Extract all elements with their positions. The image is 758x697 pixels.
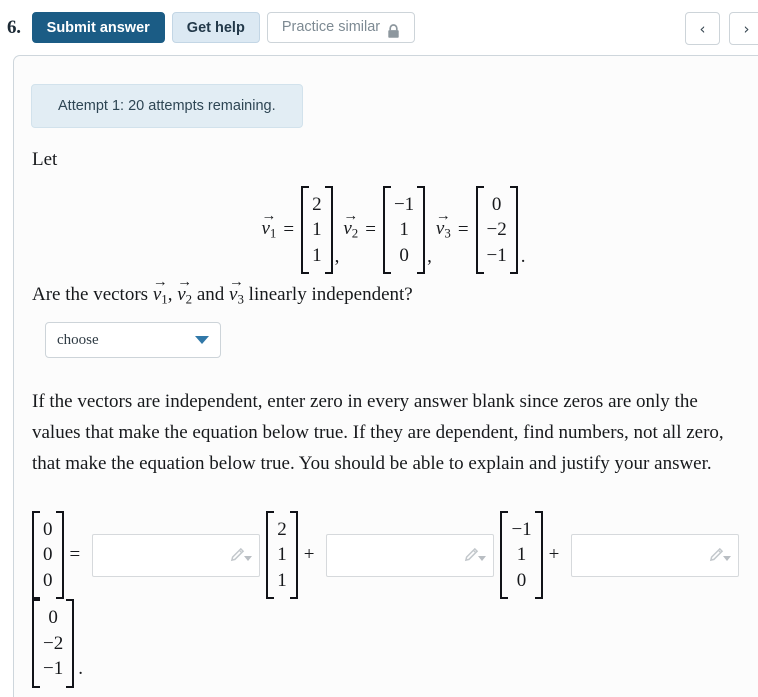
let-label: Let — [32, 149, 58, 170]
question-card: Attempt 1: 20 attempts remaining. Let → v… — [13, 55, 758, 697]
matrix-entry: 2 — [277, 519, 287, 540]
previous-question-button[interactable]: ‹ — [685, 12, 720, 45]
question-toolbar: 6. Submit answer Get help Practice simil… — [0, 0, 758, 55]
vector-arrow-icon: → — [152, 273, 168, 290]
independence-question-text: Are the vectors → v1, → v2 and → v3 linearl… — [32, 273, 413, 308]
separator-comma: , — [427, 246, 432, 268]
matrix-entry: 2 — [312, 194, 322, 215]
vector-definition-v2: → v2 = −1 1 0 — [343, 186, 426, 275]
matrix-entry: 1 — [399, 219, 409, 241]
vector-arrow-icon: → — [229, 273, 244, 290]
matrix-coefficient-1: 2 1 1 — [266, 511, 298, 600]
matrix-coefficient-3: 0 −2 −1 — [32, 599, 75, 689]
matrix-entry: −2 — [486, 219, 507, 241]
chevron-right-icon: › — [743, 19, 750, 38]
inline-vector-v1: → v1 — [152, 273, 168, 307]
matrix-v2: −1 1 0 — [382, 186, 426, 275]
matrix-entry: 0 — [491, 194, 502, 215]
vector-arrow-icon: → — [177, 273, 193, 290]
matrix-entry: 1 — [312, 244, 322, 266]
vector-arrow-icon: → — [343, 208, 359, 225]
inline-vector-v2: → v2 — [177, 273, 193, 307]
trailing-period: . — [78, 657, 83, 679]
question-number: 6. — [7, 16, 21, 38]
matrix-entry: 0 — [516, 569, 527, 591]
next-question-button[interactable]: › — [729, 12, 758, 45]
get-help-button[interactable]: Get help — [171, 12, 260, 43]
attempt-status-banner: Attempt 1: 20 attempts remaining. — [31, 84, 303, 128]
question-navigation: ‹ › — [685, 12, 758, 45]
instructions-paragraph: If the vectors are independent, enter ze… — [32, 391, 724, 474]
plus-sign: + — [303, 544, 315, 566]
caret-down-icon — [723, 556, 732, 562]
caret-down-icon — [195, 336, 209, 344]
matrix-entry: 1 — [312, 219, 322, 241]
vector-definitions: → v1 = 2 1 1 , → v2 = −1 1 0 , → v3 = 0 … — [14, 186, 758, 275]
coefficient-input-2[interactable] — [326, 533, 495, 577]
matrix-v1: 2 1 1 — [301, 186, 333, 275]
matrix-entry: 0 — [43, 519, 53, 540]
pencil-icon[interactable] — [463, 547, 487, 563]
question-middle: and — [192, 284, 230, 305]
vector-symbol-v2: → v2 — [343, 208, 359, 241]
matrix-entry: 0 — [399, 244, 409, 266]
inline-vector-v3: → v3 — [229, 273, 244, 307]
matrix-entry: −1 — [486, 244, 507, 266]
trailing-period: . — [520, 246, 526, 268]
answer-equation: 0 0 0 = 2 1 1 + −1 1 0 + 0 −2 −1 . — [32, 511, 758, 689]
plus-sign: + — [548, 544, 560, 566]
pencil-icon[interactable] — [708, 547, 732, 563]
matrix-entry: −1 — [43, 658, 64, 680]
equals-sign: = — [457, 219, 469, 241]
equals-sign: = — [365, 219, 376, 241]
matrix-entry: 0 — [48, 607, 58, 629]
vector-arrow-icon: → — [261, 208, 277, 225]
matrix-entry: 0 — [43, 569, 53, 591]
matrix-v3: 0 −2 −1 — [475, 186, 518, 275]
matrix-coefficient-2: −1 1 0 — [500, 511, 543, 600]
coefficient-input-1[interactable] — [92, 533, 261, 577]
matrix-entry: 1 — [277, 569, 287, 591]
matrix-entry: 1 — [277, 544, 287, 566]
matrix-entry: 1 — [516, 544, 527, 566]
vector-symbol-v3: → v3 — [435, 208, 451, 241]
matrix-entry: −2 — [43, 632, 64, 654]
vector-arrow-icon: → — [435, 208, 451, 225]
matrix-zero-vector: 0 0 0 — [32, 511, 64, 600]
equals-sign: = — [69, 544, 81, 566]
caret-down-icon — [478, 556, 487, 562]
dropdown-selected-value: choose — [57, 331, 99, 348]
caret-down-icon — [244, 556, 253, 562]
pencil-icon[interactable] — [229, 547, 253, 563]
matrix-entry: 0 — [43, 544, 53, 566]
submit-answer-button[interactable]: Submit answer — [31, 12, 165, 43]
vector-symbol-v1: → v1 — [261, 208, 277, 241]
inline-comma: , — [167, 284, 173, 305]
coefficient-input-3[interactable] — [571, 533, 740, 577]
equals-sign: = — [283, 219, 295, 241]
question-suffix: linearly independent? — [243, 284, 413, 305]
practice-similar-label: Practice similar — [281, 19, 381, 35]
independence-choice-dropdown[interactable]: choose — [45, 322, 221, 358]
lock-icon — [387, 20, 400, 38]
vector-definition-v1: → v1 = 2 1 1 — [261, 186, 333, 275]
vector-definition-v3: → v3 = 0 −2 −1 — [435, 186, 518, 275]
practice-similar-button[interactable]: Practice similar — [266, 12, 416, 43]
separator-comma: , — [334, 246, 340, 268]
question-prefix: Are the vectors — [32, 284, 153, 305]
matrix-entry: −1 — [393, 194, 415, 215]
matrix-entry: −1 — [511, 519, 532, 540]
chevron-left-icon: ‹ — [699, 19, 706, 38]
